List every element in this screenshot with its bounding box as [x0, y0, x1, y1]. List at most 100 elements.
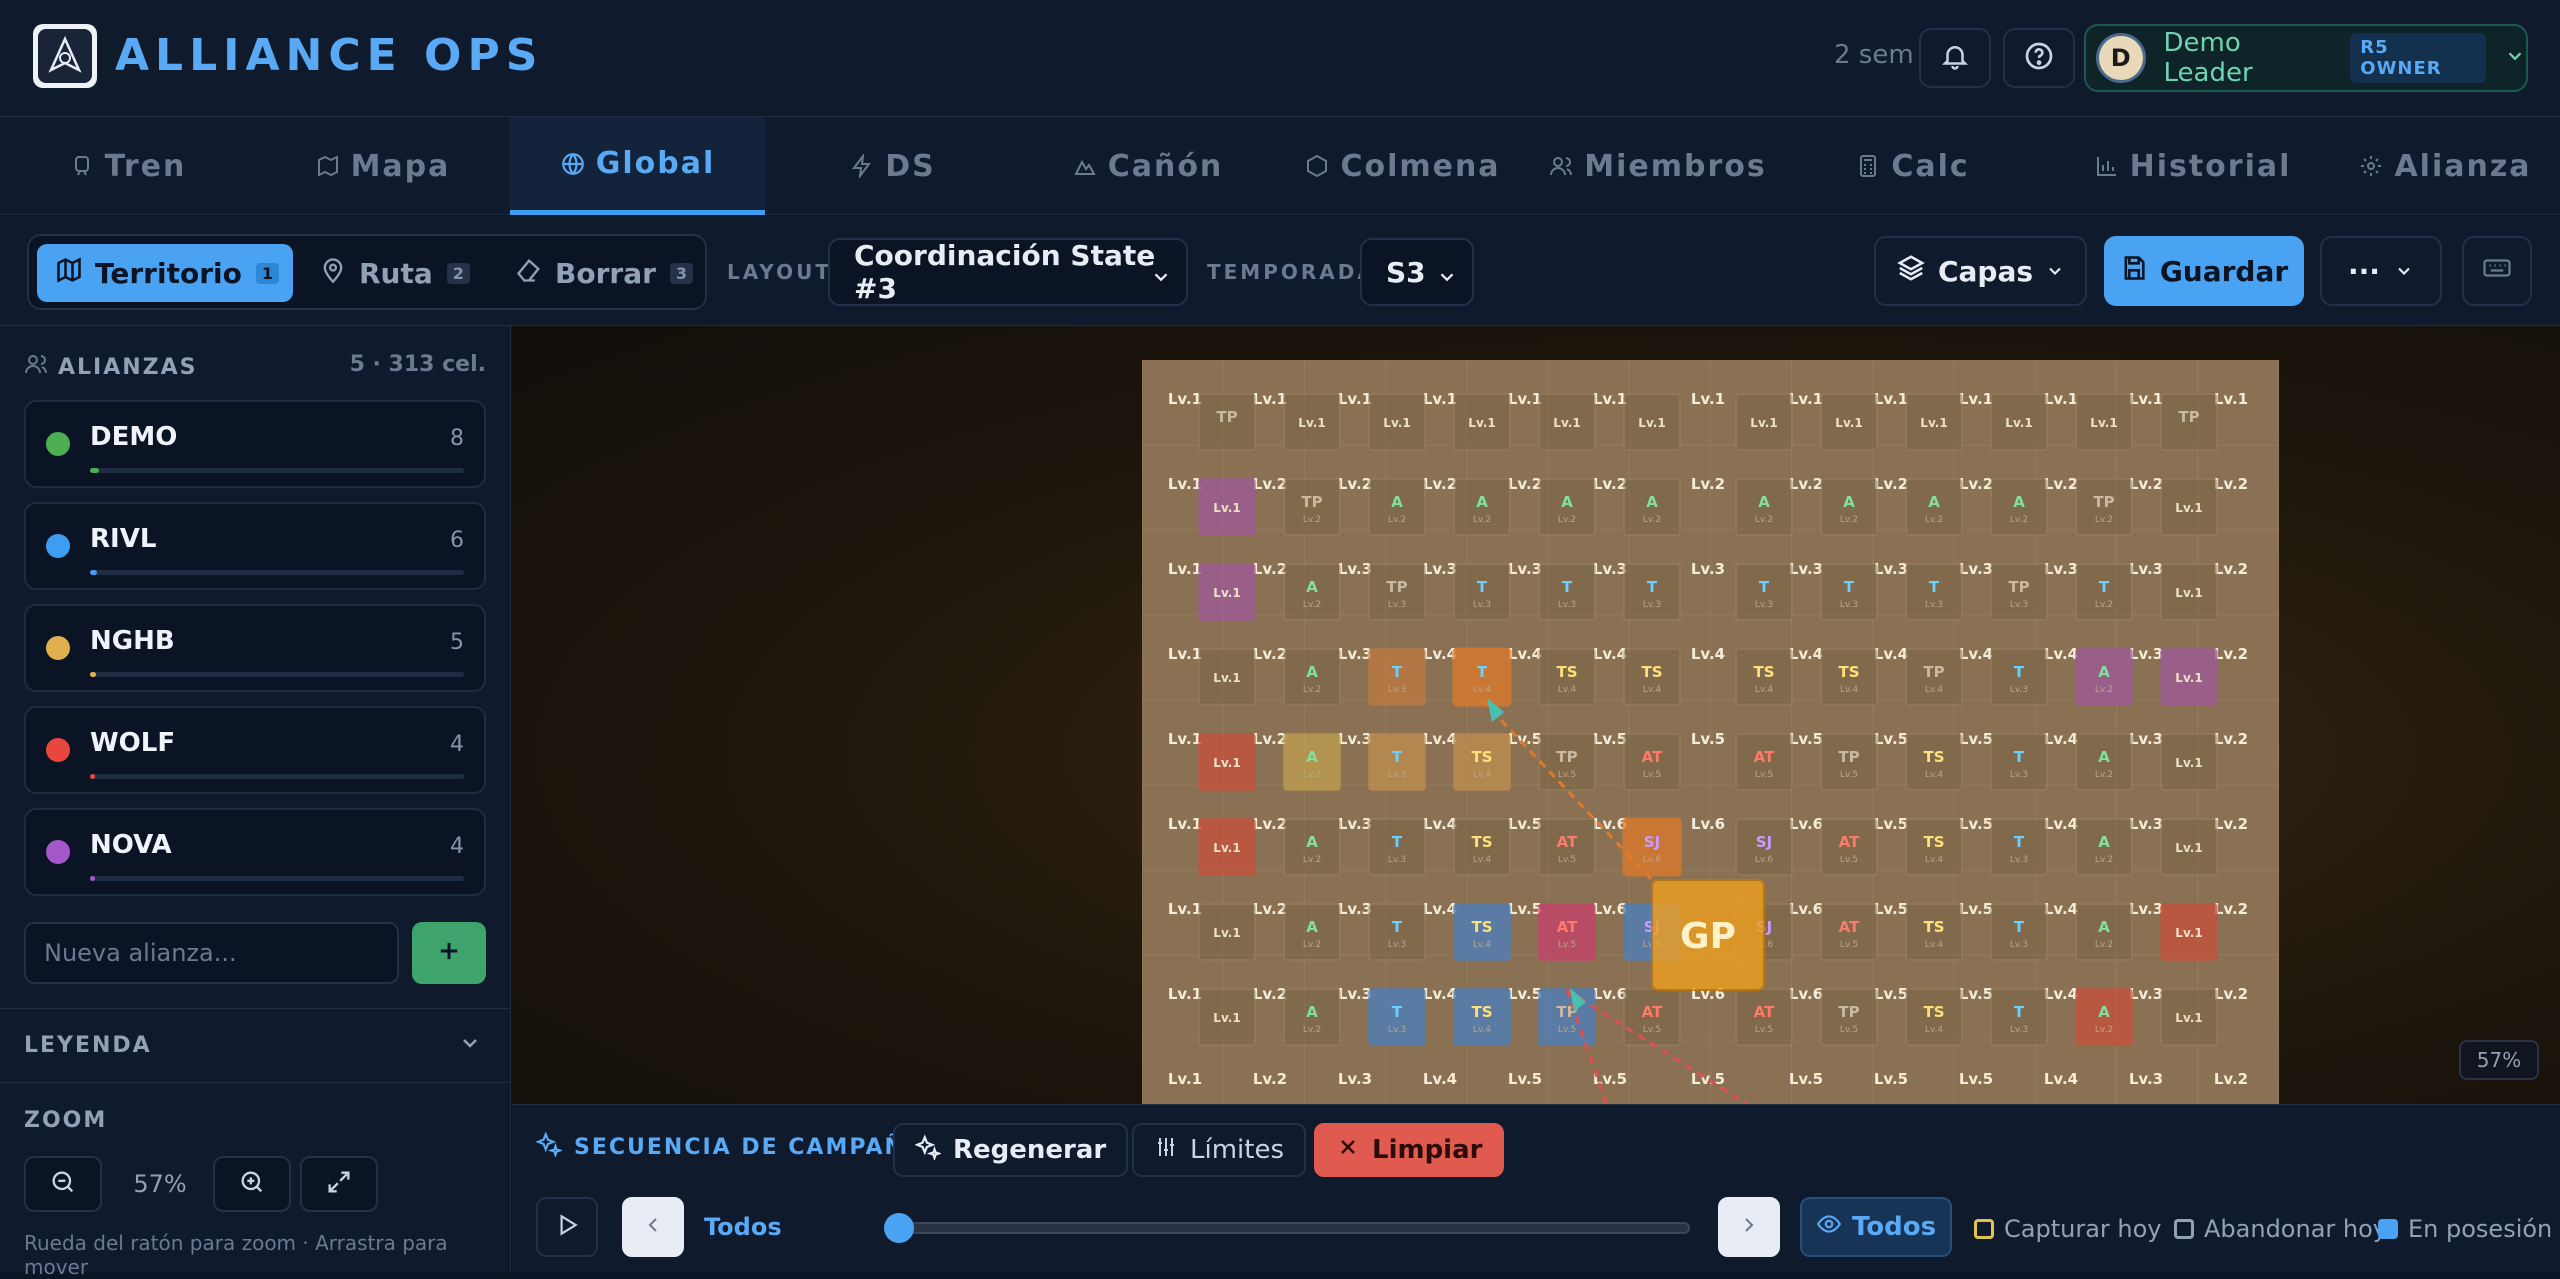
map-cell-type[interactable]: Lv.1 [1920, 416, 1947, 430]
map-cell-level[interactable]: Lv.4 [1925, 855, 1944, 865]
app-logo[interactable] [33, 24, 97, 88]
map-cell-level[interactable]: Lv.5 [1643, 770, 1661, 780]
map-cell-type[interactable]: AT [1557, 833, 1578, 851]
map-cell-type[interactable]: A [1306, 1003, 1318, 1021]
tab-global[interactable]: Global [510, 117, 765, 215]
map-cell-type[interactable]: A [2098, 663, 2110, 681]
map-cell-type[interactable]: AT [1754, 1003, 1775, 1021]
map-cell-level[interactable]: Lv.4 [1473, 1025, 1492, 1035]
map-cell-type[interactable]: Lv.1 [1553, 416, 1580, 430]
map-cell-type[interactable]: TP [1386, 578, 1407, 596]
map-cell-level[interactable]: Lv.2 [1558, 515, 1576, 525]
map-cell-level[interactable]: Lv.2 [1925, 515, 1943, 525]
map-cell-type[interactable]: SJ [1756, 833, 1772, 851]
map-cell-type[interactable]: Lv.1 [1213, 841, 1240, 855]
tab-alianza[interactable]: Alianza [2330, 117, 2560, 215]
map-cell-type[interactable]: AT [1642, 1003, 1663, 1021]
tab-tren[interactable]: Tren [0, 117, 255, 215]
filter-abandon-today[interactable]: Abandonar hoy [2174, 1215, 2387, 1243]
map-cell-level[interactable]: Lv.3 [1925, 600, 1943, 610]
limits-button[interactable]: Límites [1132, 1123, 1306, 1177]
map-cell-type[interactable]: Lv.1 [1383, 416, 1410, 430]
map-cell-type[interactable]: A [1843, 493, 1855, 511]
map-cell-level[interactable]: Lv.3 [1755, 600, 1773, 610]
map-cell-type[interactable]: TP [1301, 493, 1322, 511]
map-cell-level[interactable]: Lv.3 [2010, 600, 2028, 610]
map-cell-type[interactable]: T [1929, 578, 1940, 596]
next-step-button[interactable] [1718, 1197, 1780, 1257]
map-cell-type[interactable]: AT [1557, 918, 1578, 936]
map-cell-type[interactable]: TP [1556, 748, 1577, 766]
keyboard-shortcuts-button[interactable] [2462, 236, 2532, 306]
map-cell-type[interactable]: T [2014, 1003, 2025, 1021]
alliance-item[interactable]: WOLF 4 [24, 706, 486, 794]
map-cell-type[interactable]: A [1646, 493, 1658, 511]
map-cell-type[interactable]: Lv.1 [1835, 416, 1862, 430]
map-cell-level[interactable]: Lv.3 [1388, 1025, 1406, 1035]
map-cell-type[interactable]: A [1306, 748, 1318, 766]
grid-svg[interactable]: Lv.1 Lv.1 Lv.1 Lv.1 Lv.1 Lv.1 Lv.1 Lv.1 Lv.1 Lv.1… [1141, 359, 2280, 1104]
map-cell-type[interactable]: A [1928, 493, 1940, 511]
map-cell-type[interactable]: Lv.1 [1213, 586, 1240, 600]
map-cell-level[interactable]: Lv.4 [1925, 1025, 1944, 1035]
tab-historial[interactable]: Historial [2040, 117, 2345, 215]
map-cell-level[interactable]: Lv.5 [1558, 940, 1576, 950]
map-cell-level[interactable]: Lv.4 [1473, 940, 1492, 950]
map-cell-type[interactable]: T [1477, 578, 1488, 596]
map-cell-type[interactable]: Lv.1 [1213, 671, 1240, 685]
map-cell-level[interactable]: Lv.2 [1473, 515, 1491, 525]
map-cell-type[interactable]: Lv.1 [2175, 756, 2202, 770]
map-cell-type[interactable]: Lv.1 [1213, 756, 1240, 770]
map-cell-type[interactable]: TP [1923, 663, 1944, 681]
map-cell-level[interactable]: Lv.5 [1558, 770, 1576, 780]
new-alliance-input[interactable] [24, 922, 399, 984]
map-cell-level[interactable]: Lv.4 [1473, 685, 1492, 695]
alliance-item[interactable]: DEMO 8 [24, 400, 486, 488]
map-cell-level[interactable]: Lv.4 [1925, 685, 1944, 695]
map-cell-level[interactable]: Lv.2 [1303, 685, 1321, 695]
map-cell-type[interactable]: Lv.1 [2175, 1011, 2202, 1025]
map-cell-type[interactable]: T [1392, 918, 1403, 936]
tab-ds[interactable]: DS [765, 117, 1020, 215]
map-cell-level[interactable]: Lv.2 [2095, 940, 2113, 950]
alliance-item[interactable]: NOVA 4 [24, 808, 486, 896]
map-cell-type[interactable]: T [2014, 918, 2025, 936]
tab-miembros[interactable]: Miembros [1530, 117, 1785, 215]
map-cell-type[interactable]: TS [1923, 748, 1944, 766]
map-cell-type[interactable]: TS [1471, 918, 1492, 936]
map-cell-level[interactable]: Lv.5 [1840, 770, 1858, 780]
filter-all-button[interactable]: Todos [1800, 1197, 1952, 1257]
map-cell-level[interactable]: Lv.5 [1840, 1025, 1858, 1035]
mode-territorio-button[interactable]: Territorio 1 [37, 244, 293, 302]
map-cell-level[interactable]: Lv.4 [1558, 685, 1577, 695]
map-cell-level[interactable]: Lv.2 [1303, 600, 1321, 610]
map-cell-type[interactable]: TS [1923, 1003, 1944, 1021]
add-alliance-button[interactable] [412, 922, 486, 984]
notifications-button[interactable] [1919, 28, 1991, 88]
map-cell-level[interactable]: Lv.2 [2095, 855, 2113, 865]
map-cell-level[interactable]: Lv.2 [2010, 515, 2028, 525]
map-canvas[interactable]: Lv.1 Lv.1 Lv.1 Lv.1 Lv.1 Lv.1 Lv.1 Lv.1 Lv.1 Lv.1… [512, 326, 2560, 1104]
map-cell-level[interactable]: Lv.3 [1840, 600, 1858, 610]
map-cell-type[interactable]: TS [1753, 663, 1774, 681]
map-cell-level[interactable]: Lv.3 [1388, 600, 1406, 610]
map-cell-level[interactable]: Lv.2 [2095, 770, 2113, 780]
tab-colmena[interactable]: Colmena [1275, 117, 1530, 215]
map-cell-type[interactable]: A [1476, 493, 1488, 511]
map-cell-type[interactable]: TS [1471, 1003, 1492, 1021]
step-slider[interactable] [896, 1222, 1690, 1234]
map-cell-type[interactable]: AT [1839, 918, 1860, 936]
map-cell-type[interactable]: Lv.1 [1750, 416, 1777, 430]
map-cell-level[interactable]: Lv.5 [1558, 855, 1576, 865]
map-cell-type[interactable]: TS [1471, 748, 1492, 766]
map-cell-level[interactable]: Lv.2 [1303, 1025, 1321, 1035]
map-cell-level[interactable]: Lv.5 [1840, 855, 1858, 865]
map-cell-type[interactable]: T [2014, 748, 2025, 766]
map-cell-type[interactable]: T [1844, 578, 1855, 596]
map-cell-level[interactable]: Lv.4 [1643, 685, 1662, 695]
map-cell-type[interactable]: A [1561, 493, 1573, 511]
map-cell-level[interactable]: Lv.3 [1388, 685, 1406, 695]
map-cell-level[interactable]: Lv.2 [1303, 515, 1321, 525]
map-cell-level[interactable]: Lv.3 [1473, 600, 1491, 610]
map-cell-level[interactable]: Lv.3 [1558, 600, 1576, 610]
